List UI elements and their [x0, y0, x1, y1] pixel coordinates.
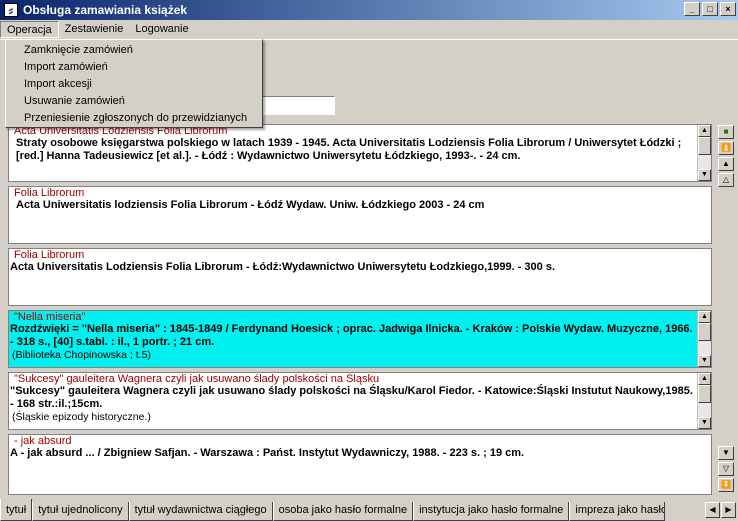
menu-operacja[interactable]: Operacja: [0, 21, 59, 38]
previous-page-icon[interactable]: ▲: [718, 157, 734, 171]
minimize-button[interactable]: _: [684, 2, 700, 16]
maximize-button[interactable]: □: [702, 2, 718, 16]
first-record-icon[interactable]: ⏫: [718, 141, 734, 155]
record-description: Acta Universitatis Lodziensis Folia Libr…: [10, 261, 556, 273]
record-scrollbar[interactable]: ▲ ▼: [697, 311, 711, 367]
menu-item-move-reported[interactable]: Przeniesienie zgłoszonych do przewidzian…: [6, 110, 262, 127]
record-description: Straty osobowe księgarstwa polskiego w l…: [16, 137, 682, 162]
scroll-down-icon[interactable]: ▼: [698, 355, 711, 367]
record-scrollbar[interactable]: ▲ ▼: [697, 373, 711, 429]
record-description: Rozdźwięki = "Nella miseria" : 1845-1849…: [10, 323, 693, 348]
tab-tytul[interactable]: tytuł: [0, 499, 33, 521]
last-record-icon[interactable]: ⏬: [718, 478, 734, 492]
record-heading: "Nella miseria": [14, 311, 86, 323]
record-item[interactable]: Acta Universitatis Lodziensis Folia Libr…: [8, 124, 712, 182]
scroll-thumb[interactable]: [698, 385, 711, 403]
record-item-selected[interactable]: "Nella miseria" Rozdźwięki = "Nella mise…: [8, 310, 712, 368]
menu-logowanie[interactable]: Logowanie: [129, 21, 194, 38]
scroll-down-icon[interactable]: ▼: [698, 169, 711, 181]
record-item[interactable]: "Sukcesy" gauleitera Wagnera czyli jak u…: [8, 372, 712, 430]
tab-tytul-ujednolicony[interactable]: tytuł ujednolicony: [32, 502, 129, 521]
index-tabs: tytuł tytuł ujednolicony tytuł wydawnict…: [0, 496, 738, 521]
scroll-up-icon[interactable]: ▲: [698, 125, 711, 137]
scroll-thumb[interactable]: [698, 137, 711, 155]
scroll-down-icon[interactable]: ▼: [698, 417, 711, 429]
close-button[interactable]: ×: [720, 2, 736, 16]
record-heading: - jak absurd: [14, 435, 72, 447]
menu-bar: Operacja Zestawienie Logowanie: [0, 20, 738, 39]
scroll-thumb[interactable]: [698, 323, 711, 341]
operacja-dropdown-menu: Zamknięcie zamówień Import zamówień Impo…: [5, 39, 263, 128]
tab-osoba-haslo-formalne[interactable]: osoba jako hasło formalne: [272, 502, 414, 521]
menu-zestawienie[interactable]: Zestawienie: [59, 21, 130, 38]
record-description: A - jak absurd ... / Zbigniew Safjan. - …: [10, 447, 525, 459]
record-heading: Folia Librorum: [14, 249, 85, 261]
record-heading: "Sukcesy" gauleitera Wagnera czyli jak u…: [14, 373, 380, 385]
tab-tytul-wydawnictwa-ciaglego[interactable]: tytuł wydawnictwa ciągłego: [128, 502, 273, 521]
record-series: (Biblioteka Chopinowska ; t.5): [12, 349, 151, 361]
record-heading: Folia Librorum: [14, 187, 85, 199]
menu-item-import-orders[interactable]: Import zamówień: [6, 59, 262, 76]
record-description: "Sukcesy" gauleitera Wagnera czyli jak u…: [10, 385, 693, 410]
title-bar: ♯ Obsługa zamawiania książek _ □ ×: [0, 0, 738, 20]
app-icon[interactable]: ♯: [4, 3, 18, 17]
tab-scroll-buttons: ◀ ▶: [705, 502, 736, 518]
scroll-up-icon[interactable]: ▲: [698, 373, 711, 385]
tab-scroll-right-icon[interactable]: ▶: [721, 502, 736, 518]
next-record-icon[interactable]: ▼: [718, 446, 734, 460]
stop-icon[interactable]: ■: [718, 125, 734, 139]
menu-item-import-accessions[interactable]: Import akcesji: [6, 76, 262, 93]
scroll-up-icon[interactable]: ▲: [698, 311, 711, 323]
menu-item-delete-orders[interactable]: Usuwanie zamówień: [6, 93, 262, 110]
record-description: Acta Uniwersitatis lodziensis Folia Libr…: [16, 199, 485, 211]
menu-item-close-orders[interactable]: Zamknięcie zamówień: [6, 42, 262, 59]
tab-scroll-left-icon[interactable]: ◀: [705, 502, 720, 518]
tab-impreza-haslo-formalne[interactable]: impreza jako hasło formalne: [569, 502, 666, 521]
next-page-icon[interactable]: ▽: [718, 462, 734, 476]
record-item[interactable]: - jak absurd A - jak absurd ... / Zbigni…: [8, 434, 712, 495]
records-list: Acta Universitatis Lodziensis Folia Libr…: [8, 124, 712, 495]
tab-instytucja-haslo-formalne[interactable]: instytucja jako hasło formalne: [413, 502, 570, 521]
record-navigation: ■ ⏫ ▲ △ ▼ ▽ ⏬: [714, 124, 738, 495]
record-item[interactable]: Folia Librorum Acta Universitatis Lodzie…: [8, 248, 712, 306]
previous-record-icon[interactable]: △: [718, 173, 734, 187]
window-title: Obsługa zamawiania książek: [23, 3, 188, 17]
record-item[interactable]: Folia Librorum Acta Uniwersitatis lodzie…: [8, 186, 712, 244]
record-series: (Śląskie epizody historyczne.): [12, 411, 151, 423]
record-scrollbar[interactable]: ▲ ▼: [697, 125, 711, 181]
search-input[interactable]: [262, 96, 335, 115]
